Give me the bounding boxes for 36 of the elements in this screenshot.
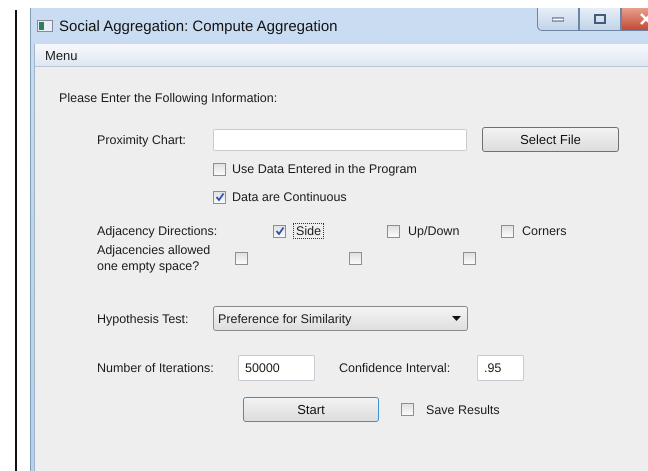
checkbox[interactable] (213, 162, 226, 176)
proximity-chart-field[interactable] (213, 128, 467, 150)
window-title: Social Aggregation: Compute Aggregation (59, 18, 338, 34)
app-icon (37, 20, 53, 32)
field-label: Hypothesis Test: (96, 312, 190, 326)
checkbox-label[interactable]: Save Results (426, 402, 500, 416)
checkbox-label[interactable]: Up/Down (408, 224, 460, 238)
field-label: Number of Iterations: (96, 361, 215, 375)
minimize-icon (552, 16, 564, 22)
checkbox[interactable] (213, 190, 226, 204)
checkbox[interactable] (387, 224, 400, 238)
menu-item[interactable]: Menu (43, 46, 80, 64)
minimize-button[interactable] (537, 8, 579, 31)
checkbox[interactable] (273, 224, 286, 238)
checkbox[interactable] (235, 252, 248, 264)
select-file-button[interactable]: Select File (482, 127, 619, 152)
field-label: Adjacency Directions: (96, 224, 218, 238)
start-button[interactable]: Start (243, 397, 379, 422)
field-label: Proximity Chart: (96, 132, 187, 146)
checkbox-label[interactable]: Data are Continuous (232, 190, 347, 204)
form-heading: Please Enter the Following Information: (59, 91, 278, 105)
checkbox[interactable] (349, 252, 362, 264)
checkbox[interactable] (463, 252, 476, 264)
field-label: Confidence Interval: (339, 361, 452, 375)
dropdown-arrow-icon (452, 316, 461, 321)
field-label: Adjacencies allowed one empty space? (96, 242, 212, 274)
maximize-icon (594, 14, 606, 24)
checkbox[interactable] (501, 224, 514, 238)
iterations-field[interactable]: 50000 (238, 355, 315, 381)
checkbox-label[interactable]: Use Data Entered in the Program (232, 162, 417, 176)
confidence-field[interactable]: .95 (477, 355, 524, 381)
checkbox-label[interactable]: Corners (522, 224, 566, 238)
maximize-button[interactable] (579, 8, 621, 31)
checkbox[interactable] (401, 403, 414, 416)
hypothesis-dropdown[interactable]: Preference for Similarity (213, 306, 468, 331)
checkbox-label[interactable]: Side (294, 224, 324, 238)
